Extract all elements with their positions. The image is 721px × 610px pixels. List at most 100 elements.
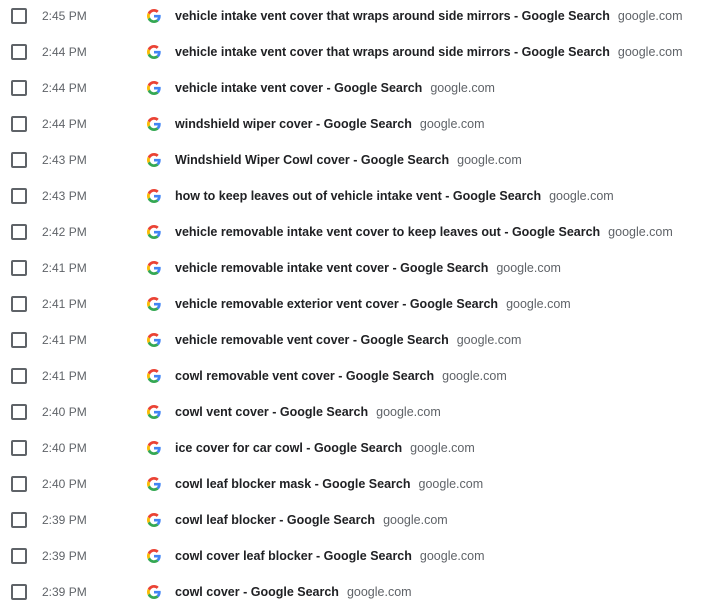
visit-time: 2:43 PM xyxy=(42,153,87,167)
google-g-icon xyxy=(147,153,161,167)
page-title-link[interactable]: cowl cover - Google Search xyxy=(175,585,339,599)
history-list: 2:45 PM vehicle intake vent cover that w… xyxy=(0,0,721,610)
history-row[interactable]: 2:45 PM vehicle intake vent cover that w… xyxy=(0,0,721,34)
page-title-link[interactable]: cowl leaf blocker - Google Search xyxy=(175,513,375,527)
page-title-link[interactable]: vehicle removable vent cover - Google Se… xyxy=(175,333,449,347)
row-checkbox[interactable] xyxy=(11,476,27,492)
row-checkbox[interactable] xyxy=(11,8,27,24)
row-checkbox[interactable] xyxy=(11,44,27,60)
page-title-link[interactable]: vehicle removable intake vent cover - Go… xyxy=(175,261,488,275)
page-title-link[interactable]: vehicle intake vent cover that wraps aro… xyxy=(175,45,610,59)
visit-time: 2:39 PM xyxy=(42,513,87,527)
row-checkbox[interactable] xyxy=(11,116,27,132)
page-domain: google.com xyxy=(608,225,673,239)
page-title-link[interactable]: cowl removable vent cover - Google Searc… xyxy=(175,369,434,383)
history-row[interactable]: 2:44 PM vehicle intake vent cover - Goog… xyxy=(0,70,721,106)
row-checkbox[interactable] xyxy=(11,260,27,276)
page-title-link[interactable]: cowl cover leaf blocker - Google Search xyxy=(175,549,412,563)
history-entry[interactable]: vehicle removable exterior vent cover - … xyxy=(175,297,571,311)
history-row[interactable]: 2:44 PM windshield wiper cover - Google … xyxy=(0,106,721,142)
row-checkbox[interactable] xyxy=(11,188,27,204)
visit-time: 2:41 PM xyxy=(42,333,87,347)
history-row[interactable]: 2:43 PM Windshield Wiper Cowl cover - Go… xyxy=(0,142,721,178)
row-checkbox[interactable] xyxy=(11,548,27,564)
row-checkbox[interactable] xyxy=(11,332,27,348)
visit-time: 2:40 PM xyxy=(42,477,87,491)
google-g-icon xyxy=(147,549,161,563)
row-checkbox[interactable] xyxy=(11,512,27,528)
history-row[interactable]: 2:39 PM cowl cover - Google Search google… xyxy=(0,574,721,610)
history-row[interactable]: 2:40 PM ice cover for car cowl - Google … xyxy=(0,430,721,466)
history-entry[interactable]: Windshield Wiper Cowl cover - Google Sea… xyxy=(175,153,522,167)
page-domain: google.com xyxy=(346,585,412,599)
google-g-icon xyxy=(147,9,161,23)
history-entry[interactable]: cowl cover - Google Search google.com xyxy=(175,585,412,599)
history-entry[interactable]: vehicle removable intake vent cover - Go… xyxy=(175,261,561,275)
page-domain: google.com xyxy=(383,513,448,527)
page-domain: google.com xyxy=(419,117,485,131)
google-g-icon xyxy=(147,477,161,491)
history-entry[interactable]: windshield wiper cover - Google Search go… xyxy=(175,117,485,131)
history-entry[interactable]: vehicle intake vent cover that wraps aro… xyxy=(175,45,683,59)
visit-time: 2:44 PM xyxy=(42,81,87,95)
history-entry[interactable]: cowl removable vent cover - Google Searc… xyxy=(175,369,507,383)
page-title-link[interactable]: vehicle intake vent cover that wraps aro… xyxy=(175,9,610,23)
history-entry[interactable]: vehicle removable intake vent cover to k… xyxy=(175,225,673,239)
page-title-link[interactable]: vehicle removable intake vent cover to k… xyxy=(175,225,600,239)
google-g-icon xyxy=(147,117,161,131)
page-title-link[interactable]: vehicle removable exterior vent cover - … xyxy=(175,297,498,311)
page-domain: google.com xyxy=(419,549,485,563)
row-checkbox[interactable] xyxy=(11,224,27,240)
history-row[interactable]: 2:44 PM vehicle intake vent cover that w… xyxy=(0,34,721,70)
page-title-link[interactable]: cowl vent cover - Google Search xyxy=(175,405,368,419)
page-title-link[interactable]: cowl leaf blocker mask - Google Search xyxy=(175,477,411,491)
page-domain: google.com xyxy=(617,45,683,59)
page-title-link[interactable]: windshield wiper cover - Google Search xyxy=(175,117,412,131)
google-g-icon xyxy=(147,225,161,239)
history-entry[interactable]: cowl leaf blocker mask - Google Search go… xyxy=(175,477,483,491)
history-entry[interactable]: vehicle removable vent cover - Google Se… xyxy=(175,333,521,347)
history-entry[interactable]: cowl vent cover - Google Search google.co… xyxy=(175,405,441,419)
visit-time: 2:42 PM xyxy=(42,225,87,239)
history-row[interactable]: 2:40 PM cowl leaf blocker mask - Google … xyxy=(0,466,721,502)
visit-time: 2:40 PM xyxy=(42,441,87,455)
visit-time: 2:39 PM xyxy=(42,549,87,563)
page-domain: google.com xyxy=(376,405,441,419)
history-entry[interactable]: vehicle intake vent cover - Google Searc… xyxy=(175,81,495,95)
history-entry[interactable]: cowl leaf blocker - Google Search google.… xyxy=(175,513,448,527)
history-row[interactable]: 2:42 PM vehicle removable intake vent co… xyxy=(0,214,721,250)
row-checkbox[interactable] xyxy=(11,368,27,384)
history-row[interactable]: 2:43 PM how to keep leaves out of vehicl… xyxy=(0,178,721,214)
google-g-icon xyxy=(147,333,161,347)
visit-time: 2:45 PM xyxy=(42,9,87,23)
history-row[interactable]: 2:39 PM cowl cover leaf blocker - Google… xyxy=(0,538,721,574)
visit-time: 2:40 PM xyxy=(42,405,87,419)
history-row[interactable]: 2:39 PM cowl leaf blocker - Google Searc… xyxy=(0,502,721,538)
page-title-link[interactable]: ice cover for car cowl - Google Search xyxy=(175,441,402,455)
history-entry[interactable]: vehicle intake vent cover that wraps aro… xyxy=(175,9,683,23)
history-row[interactable]: 2:41 PM cowl removable vent cover - Goog… xyxy=(0,358,721,394)
visit-time: 2:43 PM xyxy=(42,189,87,203)
history-row[interactable]: 2:40 PM cowl vent cover - Google Search g… xyxy=(0,394,721,430)
history-row[interactable]: 2:41 PM vehicle removable vent cover - G… xyxy=(0,322,721,358)
history-row[interactable]: 2:41 PM vehicle removable exterior vent … xyxy=(0,286,721,322)
row-checkbox[interactable] xyxy=(11,440,27,456)
page-title-link[interactable]: Windshield Wiper Cowl cover - Google Sea… xyxy=(175,153,449,167)
page-title-link[interactable]: vehicle intake vent cover - Google Searc… xyxy=(175,81,422,95)
row-checkbox[interactable] xyxy=(11,80,27,96)
history-row[interactable]: 2:41 PM vehicle removable intake vent co… xyxy=(0,250,721,286)
google-g-icon xyxy=(147,297,161,311)
row-checkbox[interactable] xyxy=(11,404,27,420)
google-g-icon xyxy=(147,261,161,275)
history-entry[interactable]: cowl cover leaf blocker - Google Search g… xyxy=(175,549,485,563)
row-checkbox[interactable] xyxy=(11,296,27,312)
history-entry[interactable]: how to keep leaves out of vehicle intake… xyxy=(175,189,614,203)
google-g-icon xyxy=(147,441,161,455)
row-checkbox[interactable] xyxy=(11,584,27,600)
google-g-icon xyxy=(147,189,161,203)
visit-time: 2:41 PM xyxy=(42,369,87,383)
history-entry[interactable]: ice cover for car cowl - Google Search go… xyxy=(175,441,475,455)
visit-time: 2:44 PM xyxy=(42,117,87,131)
page-title-link[interactable]: how to keep leaves out of vehicle intake… xyxy=(175,189,541,203)
row-checkbox[interactable] xyxy=(11,152,27,168)
